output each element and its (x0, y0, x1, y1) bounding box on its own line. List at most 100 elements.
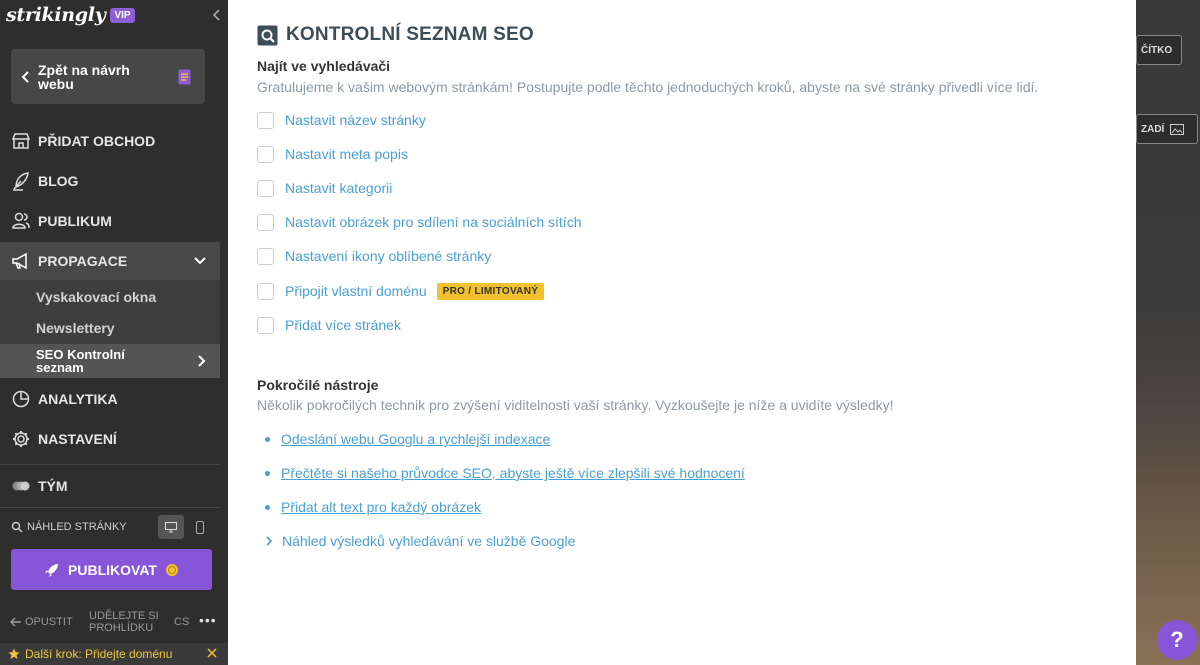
sidebar-item-label: TÝM (38, 478, 68, 494)
advanced-link-label: Přečtěte si našeho průvodce SEO, abyste … (281, 465, 745, 481)
checklist-item-page-title[interactable]: Nastavit název stránky (257, 110, 426, 130)
publish-button[interactable]: PUBLIKOVAT (11, 549, 212, 590)
sidebar-item-promotion[interactable]: PROPAGACE (0, 242, 220, 280)
preview-background-button[interactable]: ZADÍ (1136, 114, 1198, 144)
page-preview-label: NÁHLED STRÁNKY (27, 521, 127, 533)
advanced-link-label: Odeslání webu Googlu a rychlejší indexac… (281, 431, 551, 447)
site-preview-background: ČÍTKO ZADÍ (1136, 0, 1200, 665)
pie-chart-icon (12, 390, 30, 408)
advanced-link-alt-text[interactable]: Přidat alt text pro každý obrázek (265, 497, 481, 517)
sidebar-item-analytics[interactable]: ANALYTIKA (0, 380, 220, 418)
find-in-search-description: Gratulujeme k vašim webovým stránkám! Po… (257, 79, 1039, 95)
sidebar-item-label: PUBLIKUM (38, 213, 112, 229)
collapse-sidebar-icon[interactable] (212, 9, 220, 21)
advanced-link-seo-guide[interactable]: Přečtěte si našeho průvodce SEO, abyste … (265, 463, 745, 483)
checklist-item-more-pages[interactable]: Přidat více stránek (257, 315, 401, 335)
exit-button[interactable]: OPUSTIT (10, 616, 73, 628)
seo-search-icon (257, 25, 278, 45)
checklist-item-label: Nastavit meta popis (285, 146, 408, 162)
bullet (265, 470, 270, 476)
back-to-editor-button[interactable]: Zpět na návrh webu (11, 49, 205, 104)
page-title-row: KONTROLNÍ SEZNAM SEO (257, 24, 534, 46)
search-icon (11, 521, 23, 533)
sidebar-item-label: ANALYTIKA (38, 391, 118, 407)
sidebar-item-audience[interactable]: PUBLIKUM (0, 202, 220, 240)
team-icon (12, 481, 30, 491)
google-preview-label: Náhled výsledků vyhledávání ve službě Go… (282, 533, 576, 549)
desktop-preview-button[interactable] (158, 515, 184, 539)
sidebar-item-store[interactable]: PŘIDAT OBCHOD (0, 122, 220, 160)
sidebar-item-label: NASTAVENÍ (38, 431, 117, 447)
store-icon (11, 133, 31, 149)
help-button[interactable]: ? (1157, 620, 1197, 660)
star-icon (8, 648, 20, 659)
preview-background-button-label: ZADÍ (1141, 123, 1165, 135)
coin-icon (165, 563, 178, 576)
checkbox[interactable] (257, 282, 274, 300)
checkbox[interactable] (257, 111, 274, 129)
sidebar-item-label: BLOG (38, 173, 79, 189)
vip-badge: VIP (110, 7, 135, 23)
checkbox[interactable] (257, 179, 274, 197)
checklist-item-custom-domain[interactable]: Připojit vlastní doménu PRO / LIMITOVANÝ (257, 281, 545, 301)
checklist-item-social-image[interactable]: Nastavit obrázek pro sdílení na sociální… (257, 212, 581, 232)
sidebar: strikingly VIP Zpět na návrh webu PŘIDAT… (0, 0, 228, 665)
submenu-item-popups[interactable]: Vyskakovací okna (36, 289, 156, 305)
promotion-submenu: Vyskakovací okna Newslettery SEO Kontrol… (0, 280, 220, 378)
sidebar-divider (0, 507, 220, 508)
sidebar-item-settings[interactable]: NASTAVENÍ (0, 420, 220, 458)
checklist-item-label: Nastavit obrázek pro sdílení na sociální… (285, 214, 582, 230)
chevron-right-icon (266, 536, 273, 546)
checkbox[interactable] (257, 316, 274, 334)
sidebar-item-label: PŘIDAT OBCHOD (38, 133, 156, 149)
image-icon (1170, 123, 1185, 135)
close-icon[interactable] (207, 648, 217, 658)
advanced-tools-heading: Pokročilé nástroje (257, 377, 379, 393)
arrow-left-icon (10, 617, 21, 627)
google-preview-expander[interactable]: Náhled výsledků vyhledávání ve službě Go… (265, 531, 575, 551)
take-tour-link[interactable]: UDĚLEJTE SI PROHLÍDKU (89, 610, 169, 634)
checklist-item-favicon[interactable]: Nastavení ikony oblíbené stránky (257, 246, 491, 266)
feather-icon (13, 172, 29, 191)
users-icon (12, 212, 30, 229)
find-in-search-heading: Najít ve vyhledávači (257, 58, 391, 74)
pro-limited-badge: PRO / LIMITOVANÝ (436, 282, 545, 300)
sidebar-item-team[interactable]: TÝM (0, 467, 220, 505)
checkbox[interactable] (257, 213, 274, 231)
checklist-item-category[interactable]: Nastavit kategorii (257, 178, 392, 198)
mobile-preview-button[interactable] (187, 515, 213, 539)
checklist-item-label: Přidat více stránek (285, 317, 401, 333)
preview-ghost-button[interactable]: ČÍTKO (1136, 35, 1182, 65)
more-options-button[interactable]: ••• (199, 612, 217, 628)
submenu-item-seo-checklist[interactable]: SEO Kontrolní seznam (0, 344, 220, 378)
publish-label: PUBLIKOVAT (68, 561, 157, 578)
advanced-tools-description: Několik pokročilých technik pro zvýšení … (257, 397, 894, 413)
next-step-bar[interactable]: Další krok: Přidejte doménu (0, 643, 228, 665)
page-title: KONTROLNÍ SEZNAM SEO (286, 24, 534, 45)
advanced-link-submit-google[interactable]: Odeslání webu Googlu a rychlejší indexac… (265, 429, 550, 449)
checklist-item-label: Připojit vlastní doménu (285, 283, 427, 299)
back-to-editor-label: Zpět na návrh webu (38, 61, 130, 92)
checkbox[interactable] (257, 247, 274, 265)
bullet (265, 504, 270, 510)
chevron-left-icon (21, 70, 29, 83)
checklist-item-meta-description[interactable]: Nastavit meta popis (257, 144, 408, 164)
strikingly-logo: strikingly (6, 4, 106, 26)
sidebar-item-blog[interactable]: BLOG (0, 162, 220, 200)
gear-icon (13, 431, 29, 447)
checklist-item-label: Nastavit název stránky (285, 112, 426, 128)
page-preview-row: NÁHLED STRÁNKY (11, 515, 216, 539)
rocket-icon (45, 563, 59, 577)
submenu-item-newsletters[interactable]: Newslettery (36, 320, 115, 336)
sidebar-footer: OPUSTIT UDĚLEJTE SI PROHLÍDKU CS ••• (0, 606, 228, 636)
bullet (265, 436, 270, 442)
checklist-item-label: Nastavení ikony oblíbené stránky (285, 248, 492, 264)
brand[interactable]: strikingly VIP (6, 2, 135, 28)
language-switcher[interactable]: CS (174, 616, 189, 628)
mobile-icon (196, 520, 204, 534)
checkbox[interactable] (257, 145, 274, 163)
sidebar-item-label: PROPAGACE (38, 253, 128, 269)
sidebar-divider (0, 464, 220, 465)
exit-label: OPUSTIT (25, 616, 73, 628)
next-step-label: Další krok: Přidejte doménu (25, 647, 173, 661)
